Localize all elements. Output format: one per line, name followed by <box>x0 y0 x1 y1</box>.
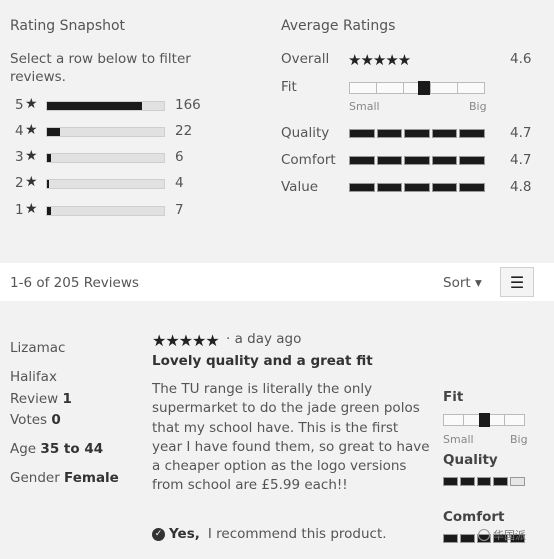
review-stars-icon: ★★★★★ <box>152 331 220 350</box>
review-fit-big: Big <box>510 433 528 446</box>
overall-label: Overall <box>281 51 330 67</box>
star-icon: ★ <box>25 96 38 112</box>
fit-label: Fit <box>281 79 297 95</box>
rating-row-stars: 2 <box>15 175 24 191</box>
review-body: The TU range is literally the only super… <box>152 381 430 494</box>
quality-bar <box>349 129 485 138</box>
review-author: Lizamac <box>10 340 66 356</box>
rating-row-3[interactable]: 3 ★ 6 <box>15 148 205 167</box>
rating-row-count: 7 <box>175 202 184 218</box>
rating-snapshot-panel: Rating Snapshot Select a row below to fi… <box>0 0 554 263</box>
votes-value: 0 <box>51 412 61 428</box>
recommend-yes: Yes, <box>169 526 200 542</box>
fit-scale <box>349 82 485 94</box>
filter-hint: Select a row below to filter reviews. <box>10 51 191 85</box>
review-fit-small: Small <box>443 433 474 446</box>
fit-small-label: Small <box>349 100 380 113</box>
rating-row-bar <box>46 101 165 111</box>
rating-row-5[interactable]: 5 ★ 166 <box>15 96 205 115</box>
review-quality-label: Quality <box>443 452 498 468</box>
rating-row-stars: 4 <box>15 123 24 139</box>
votes-label: Votes <box>10 412 48 428</box>
rating-row-bar <box>46 206 165 216</box>
rating-row-stars: 3 <box>15 149 24 165</box>
menu-button[interactable]: ☰ <box>500 267 534 297</box>
rating-row-bar <box>46 153 165 163</box>
overall-stars-icon: ★★★★★ <box>348 51 411 69</box>
review-count-stat: Review 1 <box>10 391 72 407</box>
value-label: Value <box>281 179 319 195</box>
quality-value: 4.7 <box>510 125 532 141</box>
review-fit-marker <box>479 413 490 427</box>
rating-row-count: 22 <box>175 123 193 139</box>
fit-big-label: Big <box>469 100 487 113</box>
sort-dropdown[interactable]: Sort ▾ <box>443 275 482 291</box>
rating-row-fill <box>47 102 142 110</box>
rating-row-count: 166 <box>175 97 201 113</box>
recommend-text: I recommend this product. <box>207 526 387 542</box>
gender-stat: Gender Female <box>10 470 119 486</box>
star-icon: ★ <box>25 201 38 217</box>
watermark: 华国派 <box>478 527 526 543</box>
star-icon: ★ <box>25 148 38 164</box>
review-title: Lovely quality and a great fit <box>152 353 373 369</box>
value-bar <box>349 183 485 192</box>
comfort-value: 4.7 <box>510 152 532 168</box>
rating-row-stars: 5 <box>15 97 24 113</box>
comfort-label: Comfort <box>281 152 336 168</box>
recommendation: ✓ Yes, I recommend this product. <box>152 526 387 542</box>
rating-row-4[interactable]: 4 ★ 22 <box>15 122 205 141</box>
star-icon: ★ <box>25 122 38 138</box>
review-date: · a day ago <box>226 331 302 347</box>
menu-icon: ☰ <box>509 272 525 292</box>
rating-row-bar <box>46 179 165 189</box>
overall-value: 4.6 <box>510 51 532 67</box>
rating-row-2[interactable]: 2 ★ 4 <box>15 174 205 193</box>
gender-value: Female <box>64 470 119 486</box>
check-circle-icon: ✓ <box>152 527 165 541</box>
review-quality-bar <box>443 477 525 486</box>
rating-row-fill <box>47 207 51 215</box>
rating-row-1[interactable]: 1 ★ 7 <box>15 201 205 220</box>
review-count-value: 1 <box>62 391 72 407</box>
rating-row-count: 6 <box>175 149 184 165</box>
rating-row-fill <box>47 128 60 136</box>
fit-marker <box>418 81 430 95</box>
rating-row-stars: 1 <box>15 202 24 218</box>
age-stat: Age 35 to 44 <box>10 441 103 457</box>
gender-label: Gender <box>10 470 60 486</box>
value-value: 4.8 <box>510 179 532 195</box>
review-count: 1-6 of 205 Reviews <box>10 275 139 291</box>
star-icon: ★ <box>25 174 38 190</box>
quality-label: Quality <box>281 125 330 141</box>
rating-row-count: 4 <box>175 175 184 191</box>
review-fit-label: Fit <box>443 389 464 405</box>
watermark-text: 华国派 <box>493 529 526 542</box>
age-label: Age <box>10 441 37 457</box>
reviews-toolbar: 1-6 of 205 Reviews Sort ▾ ☰ <box>0 263 554 301</box>
review-comfort-label: Comfort <box>443 509 505 525</box>
average-ratings-title: Average Ratings <box>281 18 396 34</box>
watermark-logo-icon <box>478 529 490 541</box>
rating-row-bar <box>46 127 165 137</box>
review-card: Lizamac Halifax Review 1 Votes 0 Age 35 … <box>0 301 554 559</box>
review-location: Halifax <box>10 369 57 385</box>
rating-snapshot-title: Rating Snapshot <box>10 18 126 34</box>
comfort-bar <box>349 156 485 165</box>
review-count-label: Review <box>10 391 59 407</box>
rating-row-fill <box>47 180 50 188</box>
rating-row-fill <box>47 154 51 162</box>
votes-stat: Votes 0 <box>10 412 61 428</box>
age-value: 35 to 44 <box>40 441 104 457</box>
